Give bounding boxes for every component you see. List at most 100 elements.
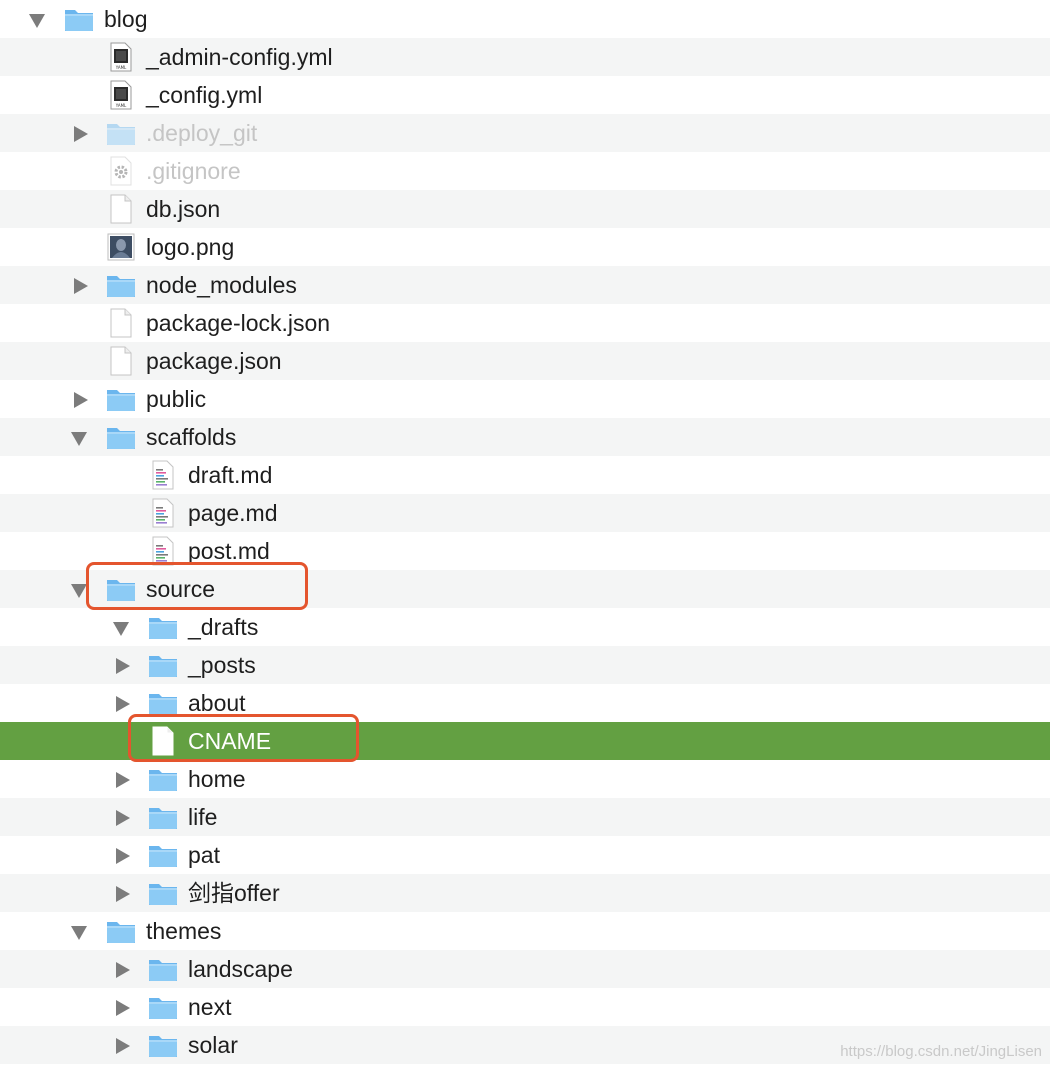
item-label: package-lock.json	[146, 310, 331, 336]
disclosure-expanded-icon[interactable]	[70, 418, 94, 456]
item-label: about	[188, 690, 246, 716]
folder-icon	[147, 763, 179, 795]
disclosure-collapsed-icon[interactable]	[112, 836, 136, 874]
document-icon	[147, 725, 179, 757]
file-row-9[interactable]: package.json	[0, 342, 1050, 380]
folder-row-7[interactable]: node_modules	[0, 266, 1050, 304]
file-row-19[interactable]: CNAME	[0, 722, 1050, 760]
item-label: life	[188, 804, 218, 830]
folder-icon	[147, 801, 179, 833]
disclosure-expanded-icon[interactable]	[112, 608, 136, 646]
item-label: logo.png	[146, 234, 235, 260]
markdown-file-icon	[147, 459, 179, 491]
folder-icon	[147, 611, 179, 643]
disclosure-collapsed-icon[interactable]	[70, 114, 94, 152]
folder-row-0[interactable]: blog	[0, 0, 1050, 38]
disclosure-collapsed-icon[interactable]	[112, 1026, 136, 1064]
disclosure-collapsed-icon[interactable]	[112, 988, 136, 1026]
item-label: db.json	[146, 196, 221, 222]
item-label: .deploy_git	[146, 120, 258, 146]
item-label: _drafts	[188, 614, 259, 640]
item-label: _config.yml	[146, 82, 263, 108]
folder-icon	[147, 649, 179, 681]
file-row-13[interactable]: page.md	[0, 494, 1050, 532]
disclosure-collapsed-icon[interactable]	[112, 760, 136, 798]
disclosure-expanded-icon[interactable]	[28, 0, 52, 38]
file-row-5[interactable]: db.json	[0, 190, 1050, 228]
disclosure-collapsed-icon[interactable]	[112, 798, 136, 836]
item-label: blog	[104, 6, 148, 32]
item-label: .gitignore	[146, 158, 241, 184]
folder-icon	[105, 915, 137, 947]
item-label: pat	[188, 842, 220, 868]
disclosure-expanded-icon[interactable]	[70, 570, 94, 608]
watermark: https://blog.csdn.net/JingLisen	[840, 1043, 1042, 1060]
folder-icon	[63, 3, 95, 35]
item-label: package.json	[146, 348, 282, 374]
folder-icon	[147, 953, 179, 985]
folder-icon	[105, 573, 137, 605]
folder-row-10[interactable]: public	[0, 380, 1050, 418]
disclosure-collapsed-icon[interactable]	[70, 266, 94, 304]
disclosure-collapsed-icon[interactable]	[112, 646, 136, 684]
disclosure-collapsed-icon[interactable]	[112, 874, 136, 912]
disclosure-collapsed-icon[interactable]	[112, 684, 136, 722]
folder-row-24[interactable]: themes	[0, 912, 1050, 950]
folder-icon	[105, 117, 137, 149]
markdown-file-icon	[147, 535, 179, 567]
item-label: 剑指offer	[188, 880, 280, 906]
folder-row-26[interactable]: next	[0, 988, 1050, 1026]
svg-text:YAML: YAML	[115, 103, 127, 108]
disclosure-collapsed-icon[interactable]	[112, 950, 136, 988]
item-label: solar	[188, 1032, 238, 1058]
document-icon	[105, 307, 137, 339]
document-icon	[105, 193, 137, 225]
markdown-file-icon	[147, 497, 179, 529]
disclosure-expanded-icon[interactable]	[70, 912, 94, 950]
file-tree: blog YAML _admin-config.yml YAML _config…	[0, 0, 1050, 1064]
item-label: CNAME	[188, 728, 272, 754]
folder-row-25[interactable]: landscape	[0, 950, 1050, 988]
file-row-4[interactable]: .gitignore	[0, 152, 1050, 190]
config-file-icon	[105, 155, 137, 187]
folder-icon	[147, 687, 179, 719]
folder-row-20[interactable]: home	[0, 760, 1050, 798]
folder-row-16[interactable]: _drafts	[0, 608, 1050, 646]
folder-icon	[147, 839, 179, 871]
folder-row-11[interactable]: scaffolds	[0, 418, 1050, 456]
folder-row-21[interactable]: life	[0, 798, 1050, 836]
item-label: scaffolds	[146, 424, 237, 450]
folder-icon	[147, 877, 179, 909]
folder-icon	[105, 383, 137, 415]
file-row-2[interactable]: YAML _config.yml	[0, 76, 1050, 114]
file-row-1[interactable]: YAML _admin-config.yml	[0, 38, 1050, 76]
item-label: draft.md	[188, 462, 273, 488]
item-label: public	[146, 386, 207, 412]
file-row-6[interactable]: logo.png	[0, 228, 1050, 266]
item-label: landscape	[188, 956, 293, 982]
folder-row-3[interactable]: .deploy_git	[0, 114, 1050, 152]
item-label: node_modules	[146, 272, 297, 298]
item-label: _posts	[188, 652, 256, 678]
file-row-8[interactable]: package-lock.json	[0, 304, 1050, 342]
folder-icon	[105, 269, 137, 301]
folder-row-15[interactable]: source	[0, 570, 1050, 608]
image-file-icon	[105, 231, 137, 263]
file-row-14[interactable]: post.md	[0, 532, 1050, 570]
disclosure-collapsed-icon[interactable]	[70, 380, 94, 418]
svg-text:YAML: YAML	[115, 65, 127, 70]
item-label: _admin-config.yml	[146, 44, 333, 70]
yaml-file-icon: YAML	[105, 79, 137, 111]
file-row-12[interactable]: draft.md	[0, 456, 1050, 494]
item-label: themes	[146, 918, 222, 944]
item-label: source	[146, 576, 216, 602]
folder-row-17[interactable]: _posts	[0, 646, 1050, 684]
folder-icon	[105, 421, 137, 453]
item-label: home	[188, 766, 246, 792]
folder-row-22[interactable]: pat	[0, 836, 1050, 874]
item-label: post.md	[188, 538, 270, 564]
folder-row-18[interactable]: about	[0, 684, 1050, 722]
folder-row-23[interactable]: 剑指offer	[0, 874, 1050, 912]
document-icon	[105, 345, 137, 377]
folder-icon	[147, 1029, 179, 1061]
